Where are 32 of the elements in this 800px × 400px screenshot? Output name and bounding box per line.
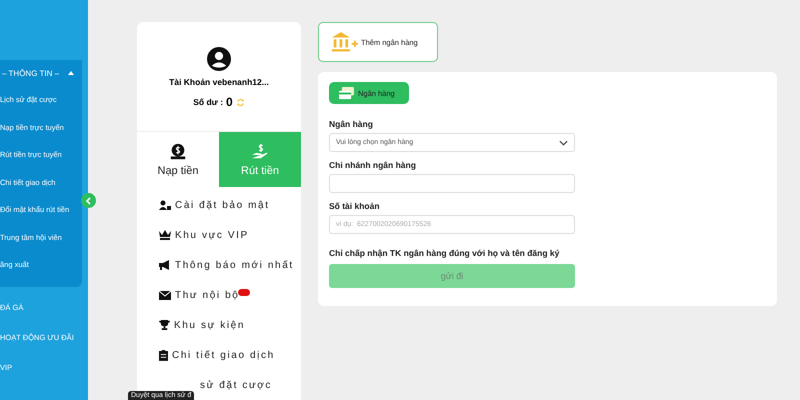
menu-item[interactable]: Khu sự kiện xyxy=(137,310,245,340)
bank-plus-icon xyxy=(331,32,358,52)
menu-item[interactable]: Cài đặt bảo mật xyxy=(137,190,270,220)
balance-label: Số dư : xyxy=(193,97,224,107)
field-label: Ngân hàng xyxy=(329,119,374,129)
menu-item[interactable]: Chi tiết giao dịch xyxy=(137,340,275,370)
menu-item[interactable]: sử đặt cược xyxy=(200,370,272,400)
menu-item[interactable]: Thư nội bộ xyxy=(137,280,250,310)
chevron-down-icon xyxy=(559,140,568,146)
chevron-left-icon xyxy=(84,196,92,204)
user-lock-icon xyxy=(159,200,171,210)
hand-money-icon xyxy=(251,142,269,160)
clipboard-icon xyxy=(159,350,168,360)
account-name: Tài Khoản vebenanh12... xyxy=(169,77,269,87)
envelope-icon xyxy=(159,290,171,300)
collapse-button[interactable] xyxy=(81,193,96,208)
tab[interactable]: Rút tiền xyxy=(219,132,301,187)
caret-icon[interactable] xyxy=(68,71,74,75)
balance-value: 0 xyxy=(226,95,233,109)
money-bag-icon xyxy=(169,142,187,160)
trophy-icon xyxy=(159,320,170,330)
card-icon xyxy=(339,86,354,100)
notice-text: Chỉ chấp nhận TK ngân hàng đúng với họ và tên đăng ký xyxy=(329,248,560,258)
field-label: Số tài khoản xyxy=(329,201,381,211)
section-title[interactable]: – THÔNG TIN – xyxy=(2,68,60,78)
submit-button[interactable]: gửi đi xyxy=(329,264,575,288)
menu-item[interactable]: Thông báo mới nhất xyxy=(137,250,294,280)
crown-icon xyxy=(159,230,171,240)
megaphone-icon xyxy=(159,260,171,270)
field-label: Chi nhánh ngân hàng xyxy=(329,160,417,170)
input-field[interactable] xyxy=(329,174,575,193)
menu-item[interactable]: Khu vực VIP xyxy=(137,220,249,250)
